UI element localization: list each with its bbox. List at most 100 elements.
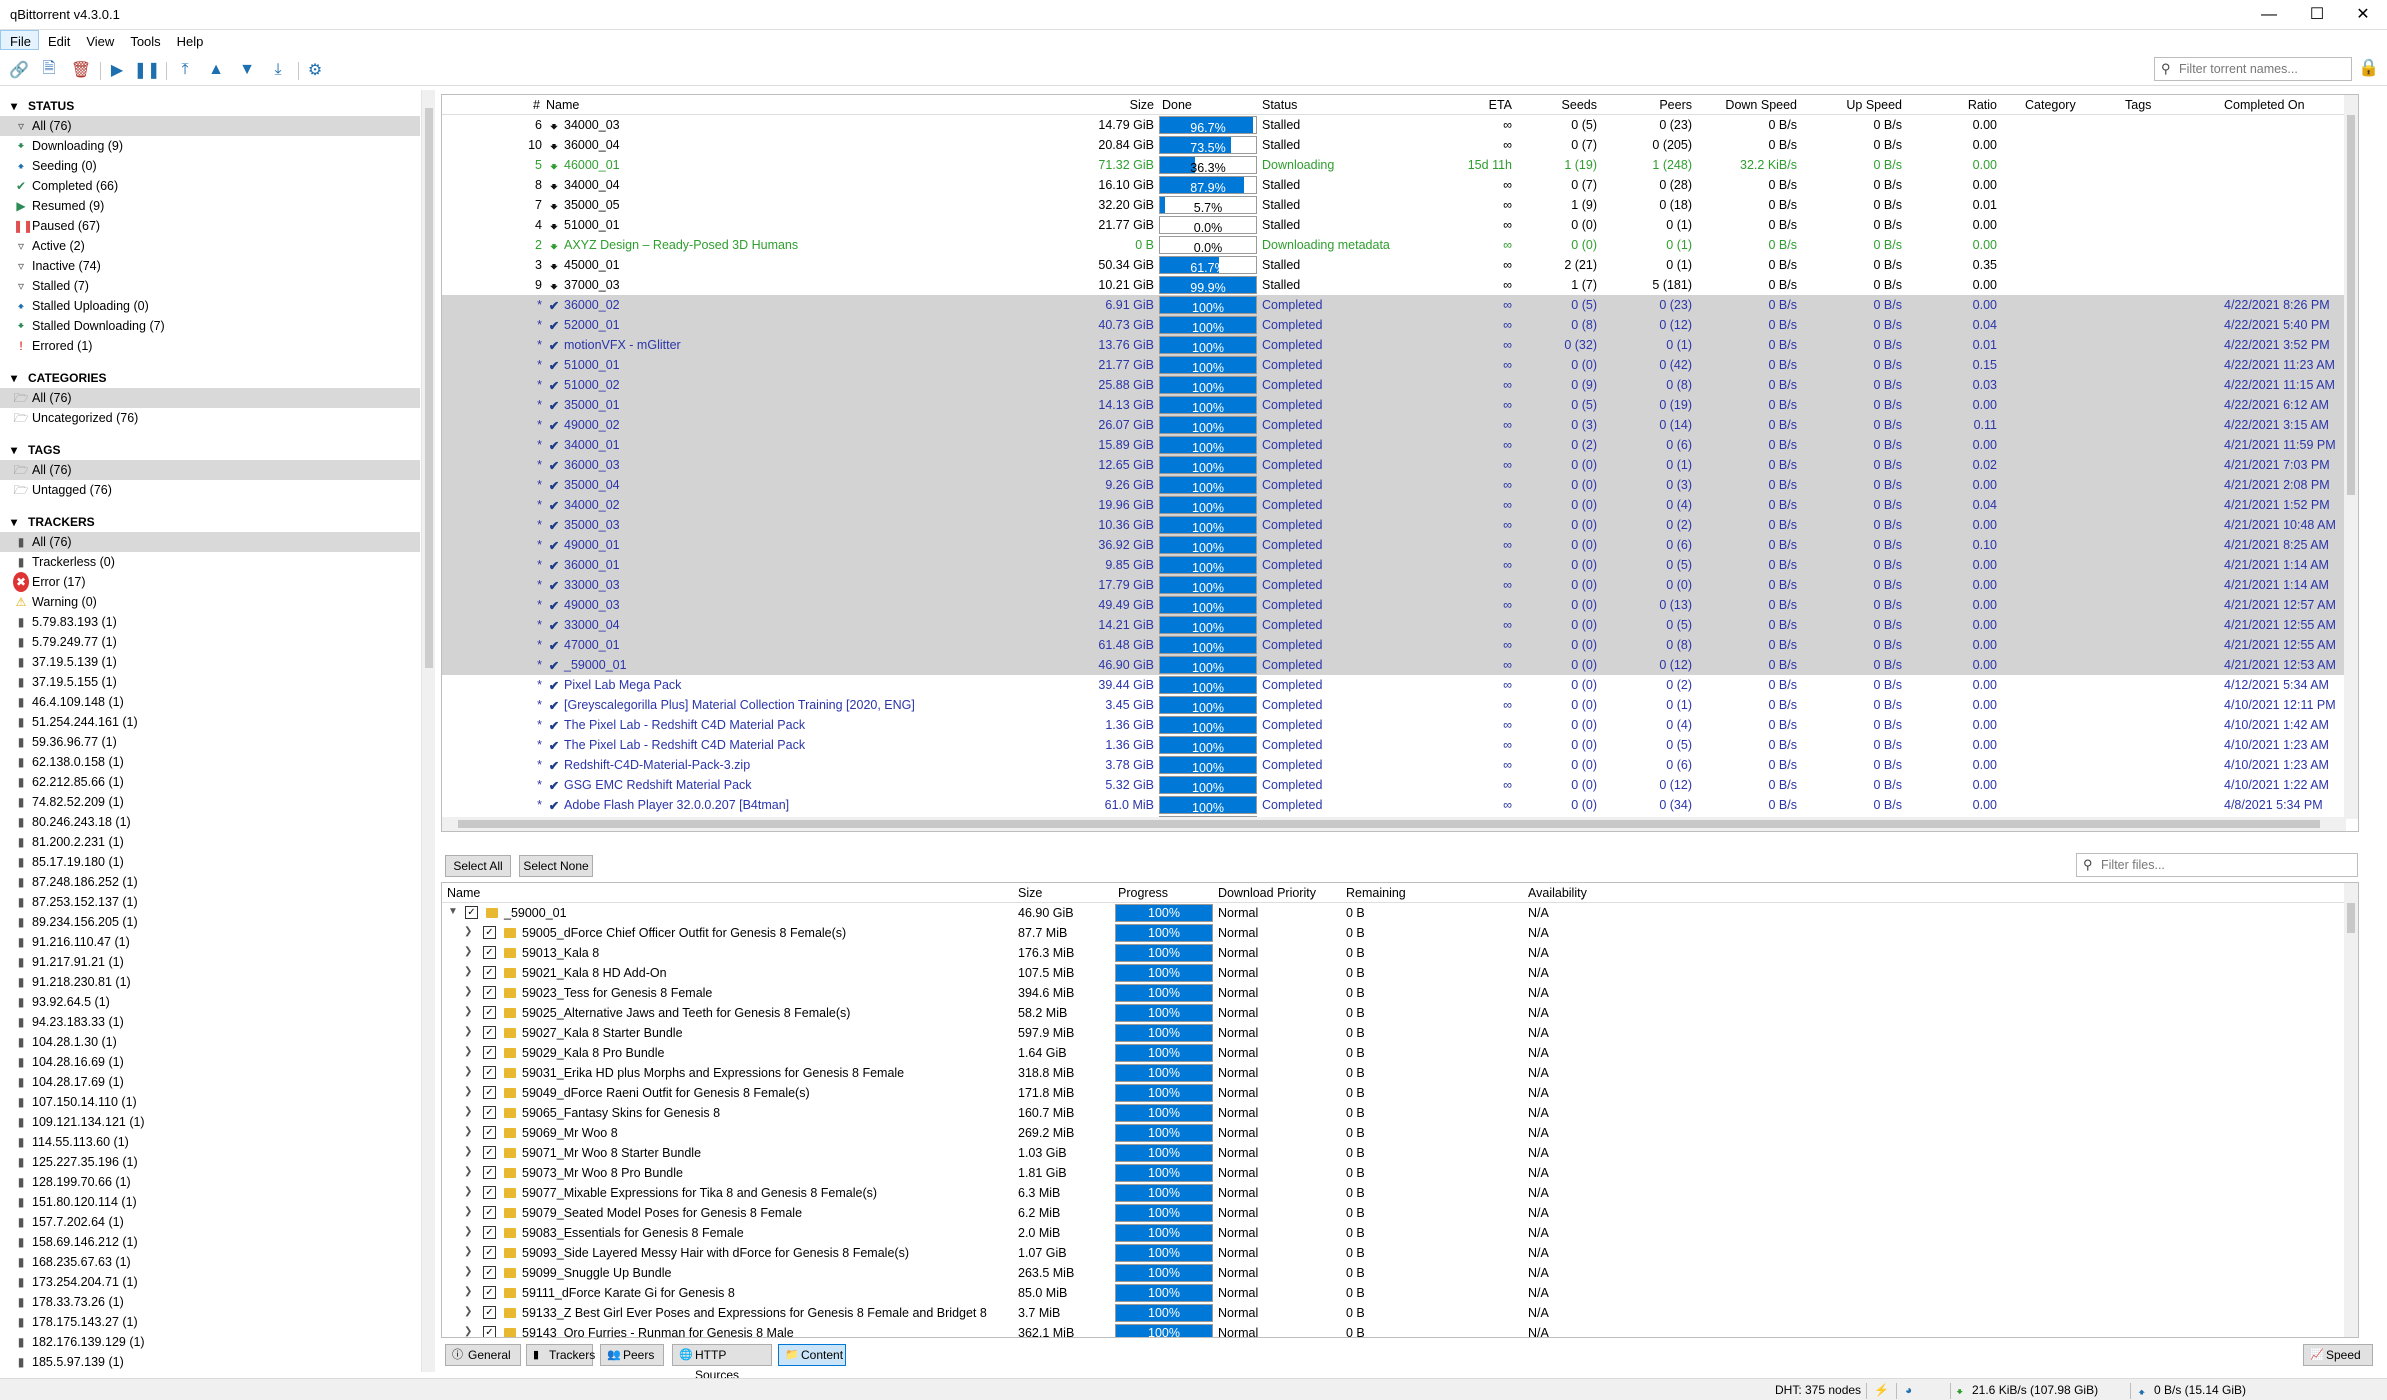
- sb-trk-item[interactable]: ▮ 151.80.120.114 (1): [0, 1192, 420, 1212]
- torrent-row[interactable]: * ✔ Redshift-C4D-Material-Pack-3.zip 3.78 G…: [442, 755, 2358, 775]
- col-size[interactable]: Size: [1092, 98, 1154, 112]
- file-row[interactable]: ❯ ✓ 59021_Kala 8 HD Add-On 107.5 MiB 100% Nor…: [442, 963, 2358, 983]
- file-row[interactable]: ❯ ✓ 59093_Side Layered Messy Hair with dFo…: [442, 1243, 2358, 1263]
- file-row[interactable]: ❯ ✓ 59079_Seated Model Poses for Genesis 8…: [442, 1203, 2358, 1223]
- torrent-row[interactable]: * ✔ 49000_03 49.49 GiB 100% Completed ∞ 0 (0) 0 …: [442, 595, 2358, 615]
- file-checkbox[interactable]: ✓: [483, 926, 496, 939]
- file-row[interactable]: ❯ ✓ 59049_dForce Raeni Outfit for Genesis …: [442, 1083, 2358, 1103]
- file-priority[interactable]: Normal: [1218, 926, 1258, 940]
- sb-trk-item[interactable]: ▮ 182.176.139.129 (1): [0, 1332, 420, 1352]
- torrent-row[interactable]: 4 🠻 51000_01 21.77 GiB 0.0% Stalled ∞ 0 (0) 0 (1…: [442, 215, 2358, 235]
- select-none-button[interactable]: Select None: [519, 855, 593, 877]
- tab-peers[interactable]: 👥 Peers: [600, 1344, 664, 1366]
- col-file-availability[interactable]: Availability: [1528, 886, 1587, 900]
- expand-arrow-icon[interactable]: ❯: [464, 986, 476, 997]
- tags-header[interactable]: TAGS: [0, 440, 420, 460]
- torrent-row[interactable]: * ✔ 51000_01 21.77 GiB 100% Completed ∞ 0 (0) 0 …: [442, 355, 2358, 375]
- file-priority[interactable]: Normal: [1218, 986, 1258, 1000]
- download-speed-text[interactable]: 21.6 KiB/s (107.98 GiB): [1972, 1383, 2098, 1397]
- file-checkbox[interactable]: ✓: [483, 1266, 496, 1279]
- expand-arrow-icon[interactable]: ❯: [464, 1166, 476, 1177]
- file-checkbox[interactable]: ✓: [483, 1286, 496, 1299]
- torrent-row[interactable]: * ✔ _59000_01 46.90 GiB 100% Completed ∞ 0 (0) 0…: [442, 655, 2358, 675]
- move-down-icon[interactable]: ▼: [236, 59, 258, 81]
- expand-arrow-icon[interactable]: ❯: [464, 1086, 476, 1097]
- select-all-button[interactable]: Select All: [445, 855, 511, 877]
- file-priority[interactable]: Normal: [1218, 1046, 1258, 1060]
- col-file-progress[interactable]: Progress: [1118, 886, 1168, 900]
- expand-arrow-icon[interactable]: ❯: [464, 926, 476, 937]
- col-file-size[interactable]: Size: [1018, 886, 1042, 900]
- file-checkbox[interactable]: ✓: [483, 1046, 496, 1059]
- sb-trk-item[interactable]: ▮ 104.28.17.69 (1): [0, 1072, 420, 1092]
- sb-status-item[interactable]: 🠻 Stalled Downloading (7): [0, 316, 420, 336]
- torrent-row[interactable]: * ✔ 35000_01 14.13 GiB 100% Completed ∞ 0 (5) 0 …: [442, 395, 2358, 415]
- col-category[interactable]: Category: [2025, 98, 2076, 112]
- sb-trk-item[interactable]: ▮ 185.5.97.139 (1): [0, 1352, 420, 1372]
- sb-status-item[interactable]: ▿ Active (2): [0, 236, 420, 256]
- file-checkbox[interactable]: ✓: [483, 1186, 496, 1199]
- col-ratio[interactable]: Ratio: [1907, 98, 1997, 112]
- expand-arrow-icon[interactable]: ❯: [464, 1106, 476, 1117]
- upload-speed-text[interactable]: 0 B/s (15.14 GiB): [2154, 1383, 2246, 1397]
- file-row[interactable]: ❯ ✓ 59065_Fantasy Skins for Genesis 8 160.7…: [442, 1103, 2358, 1123]
- file-priority[interactable]: Normal: [1218, 1186, 1258, 1200]
- menu-tools[interactable]: Tools: [121, 31, 167, 49]
- file-row[interactable]: ❯ ✓ 59111_dForce Karate Gi for Genesis 8 85…: [442, 1283, 2358, 1303]
- sb-trk-item[interactable]: ▮ 89.234.156.205 (1): [0, 912, 420, 932]
- menu-help[interactable]: Help: [168, 31, 211, 49]
- sb-trk-item[interactable]: ▮ 5.79.83.193 (1): [0, 612, 420, 632]
- expand-arrow-icon[interactable]: ❯: [464, 1186, 476, 1197]
- file-priority[interactable]: Normal: [1218, 1126, 1258, 1140]
- torrent-row[interactable]: 10 🠻 36000_04 20.84 GiB 73.5% Stalled ∞ 0 (7) 0 …: [442, 135, 2358, 155]
- torrent-row[interactable]: 3 🠻 45000_01 50.34 GiB 61.7% Stalled ∞ 2 (21) 0 …: [442, 255, 2358, 275]
- close-button[interactable]: ✕: [2340, 0, 2386, 30]
- categories-header[interactable]: CATEGORIES: [0, 368, 420, 388]
- file-checkbox[interactable]: ✓: [483, 1246, 496, 1259]
- file-row[interactable]: ❯ ✓ 59013_Kala 8 176.3 MiB 100% Normal 0 B N/A: [442, 943, 2358, 963]
- file-checkbox[interactable]: ✓: [483, 1306, 496, 1319]
- sb-trk-item[interactable]: ▮ 157.7.202.64 (1): [0, 1212, 420, 1232]
- sb-trk-item[interactable]: ▮ 81.200.2.231 (1): [0, 832, 420, 852]
- file-priority[interactable]: Normal: [1218, 946, 1258, 960]
- maximize-button[interactable]: ☐: [2294, 0, 2340, 30]
- sb-trk-item[interactable]: ▮ 62.138.0.158 (1): [0, 752, 420, 772]
- minimize-button[interactable]: —: [2246, 0, 2292, 30]
- col-number[interactable]: #: [442, 98, 540, 112]
- sb-trk-item[interactable]: ▮ 168.235.67.63 (1): [0, 1252, 420, 1272]
- file-root-priority[interactable]: Normal: [1218, 906, 1258, 920]
- sb-trk-item[interactable]: ▮ 5.79.249.77 (1): [0, 632, 420, 652]
- sb-tags-item[interactable]: 🗁 Untagged (76): [0, 480, 420, 500]
- expand-arrow-icon[interactable]: ❯: [464, 1286, 476, 1297]
- file-checkbox[interactable]: ✓: [483, 986, 496, 999]
- torrent-row[interactable]: * ✔ Adobe Flash Player 32.0.0.207 [B4tman]…: [442, 795, 2358, 815]
- file-checkbox[interactable]: ✓: [483, 1226, 496, 1239]
- sb-trk-item[interactable]: ▮ 158.69.146.212 (1): [0, 1232, 420, 1252]
- sb-trk-item[interactable]: ▮ 91.216.110.47 (1): [0, 932, 420, 952]
- tab-trackers[interactable]: ▮ Trackers: [526, 1344, 595, 1366]
- sb-trk-item[interactable]: ▮ 94.23.183.33 (1): [0, 1012, 420, 1032]
- expand-arrow-icon[interactable]: ❯: [464, 1026, 476, 1037]
- torrent-row[interactable]: * ✔ 35000_04 9.26 GiB 100% Completed ∞ 0 (0) 0 (…: [442, 475, 2358, 495]
- col-up-speed[interactable]: Up Speed: [1802, 98, 1902, 112]
- speed-tab-button[interactable]: 📈 Speed: [2303, 1344, 2373, 1366]
- expand-arrow-icon[interactable]: ❯: [464, 966, 476, 977]
- col-down-speed[interactable]: Down Speed: [1697, 98, 1797, 112]
- torrent-row[interactable]: 9 🠻 37000_03 10.21 GiB 99.9% Stalled ∞ 1 (7) 5 (…: [442, 275, 2358, 295]
- file-filter-input[interactable]: ⚲ Filter files...: [2076, 853, 2358, 877]
- sb-status-item[interactable]: 🠹 Seeding (0): [0, 156, 420, 176]
- col-peers[interactable]: Peers: [1612, 98, 1692, 112]
- expand-arrow-icon[interactable]: ❯: [464, 1306, 476, 1317]
- file-priority[interactable]: Normal: [1218, 1226, 1258, 1240]
- file-row[interactable]: ❯ ✓ 59031_Erika HD plus Morphs and Express…: [442, 1063, 2358, 1083]
- file-list-vscrollbar[interactable]: [2344, 883, 2358, 1337]
- expand-arrow-icon[interactable]: ❯: [464, 1326, 476, 1337]
- sb-trk-item[interactable]: ▮ 51.254.244.161 (1): [0, 712, 420, 732]
- torrent-row[interactable]: * ✔ The Pixel Lab - Redshift C4D Material …: [442, 735, 2358, 755]
- file-priority[interactable]: Normal: [1218, 1146, 1258, 1160]
- expand-arrow-icon[interactable]: ❯: [464, 1066, 476, 1077]
- col-done[interactable]: Done: [1162, 98, 1192, 112]
- sb-cat-item[interactable]: 🗁 Uncategorized (76): [0, 408, 420, 428]
- expand-arrow-icon[interactable]: ❯: [464, 1206, 476, 1217]
- lock-icon[interactable]: 🔒: [2358, 58, 2379, 80]
